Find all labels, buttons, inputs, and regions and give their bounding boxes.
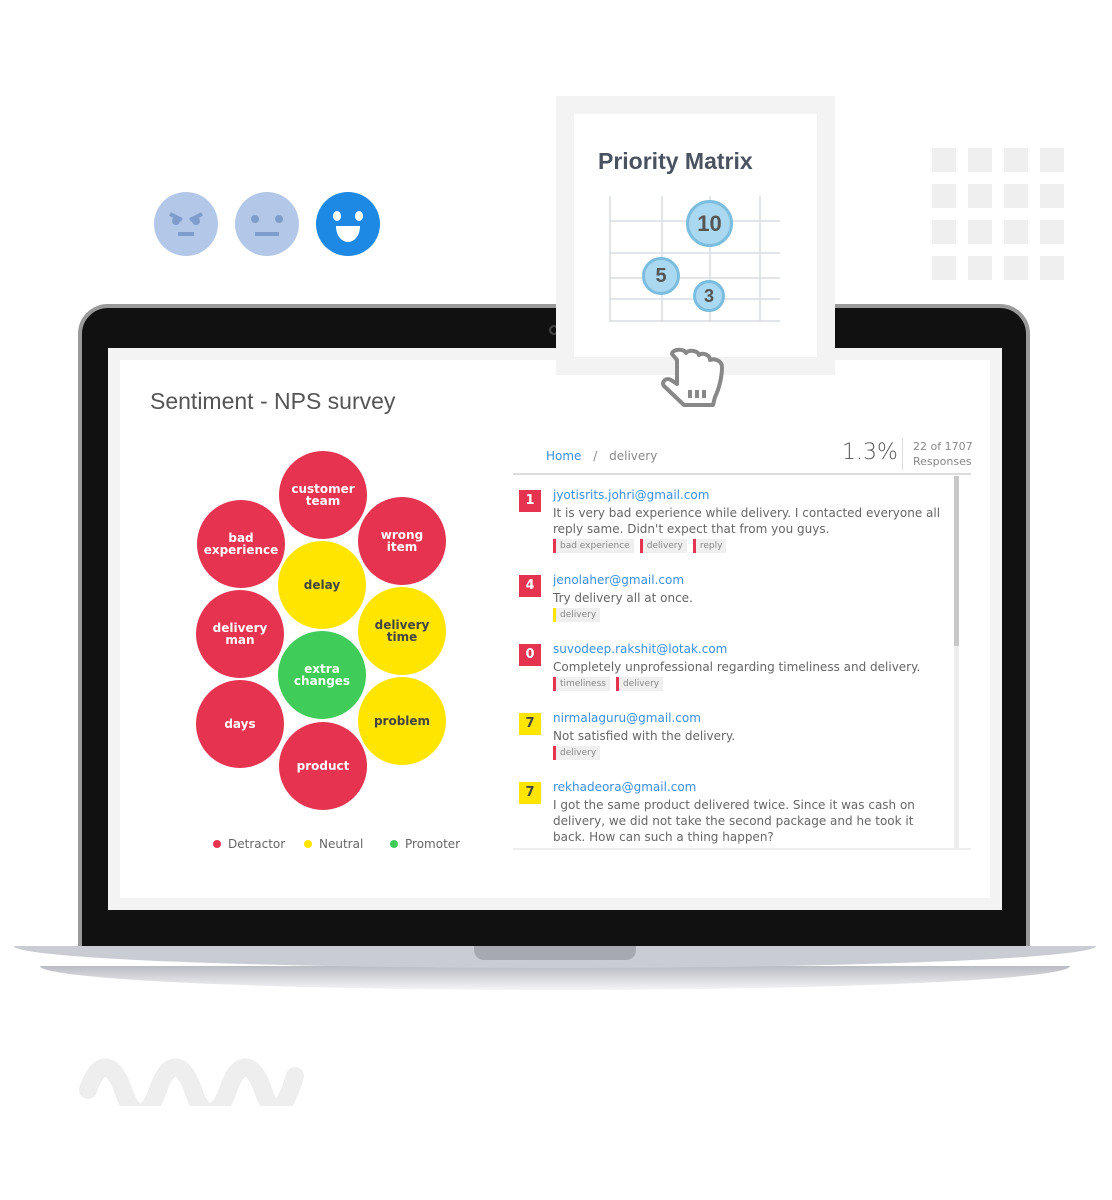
breadcrumb-home[interactable]: Home [546, 449, 581, 463]
matrix-bubble-5[interactable]: 5 [642, 257, 680, 295]
nps-score-badge: 7 [519, 782, 541, 804]
nps-score-badge: 4 [519, 575, 541, 597]
response-item[interactable]: 7 rekhadeora@gmail.com I got the same prod… [513, 780, 941, 845]
response-item[interactable]: 4 jenolaher@gmail.com Try delivery all at … [513, 573, 941, 622]
breadcrumb: Home / delivery [546, 449, 657, 463]
nps-score-badge: 1 [519, 490, 541, 512]
bubble-delivery-time[interactable]: delivery time [358, 587, 446, 675]
decorative-wave [79, 1058, 304, 1106]
bubble-delay[interactable]: delay [278, 541, 366, 629]
nps-score-badge: 0 [519, 644, 541, 666]
tag[interactable]: delivery [615, 677, 664, 691]
neutral-face-icon[interactable] [235, 192, 299, 256]
respondent-email[interactable]: rekhadeora@gmail.com [553, 780, 941, 794]
response-text: Try delivery all at once. [553, 591, 693, 605]
respondent-email[interactable]: jenolaher@gmail.com [553, 573, 941, 587]
response-text: Completely unprofessional regarding time… [553, 660, 921, 674]
matrix-bubble-3[interactable]: 3 [693, 280, 725, 312]
response-text: I got the same product delivered twice. … [553, 798, 915, 844]
matrix-bubble-10[interactable]: 10 [686, 200, 733, 247]
percentage: 1.3% [842, 440, 898, 465]
response-text: It is very bad experience while delivery… [553, 506, 941, 536]
respondent-email[interactable]: suvodeep.rakshit@lotak.com [553, 642, 941, 656]
header-divider [513, 473, 971, 475]
response-item[interactable]: 0 suvodeep.rakshit@lotak.com Completely un… [513, 642, 941, 691]
legend-neutral: Neutral [304, 837, 363, 851]
nps-score-badge: 7 [519, 713, 541, 735]
page-title: Sentiment - NPS survey [150, 388, 396, 414]
respondent-email[interactable]: jyotisrits.johri@gmail.com [553, 488, 941, 502]
bubble-delivery-man[interactable]: delivery man [196, 590, 284, 678]
response-item[interactable]: 7 nirmalaguru@gmail.com Not satisfied with… [513, 711, 941, 760]
tag[interactable]: reply [692, 539, 727, 553]
divider [902, 438, 903, 470]
breadcrumb-separator: / [593, 449, 598, 463]
tag[interactable]: bad experience [553, 539, 634, 553]
breadcrumb-current: delivery [609, 449, 658, 463]
legend-promoter: Promoter [390, 837, 460, 851]
bubble-days[interactable]: days [196, 680, 284, 768]
tag[interactable]: delivery [553, 746, 601, 760]
priority-matrix-title: Priority Matrix [598, 148, 753, 174]
bubble-customer-team[interactable]: customer team [279, 451, 367, 539]
bubble-product[interactable]: product [279, 722, 367, 810]
tag-list: bad experience delivery reply [553, 539, 941, 553]
happy-face-icon[interactable] [316, 192, 380, 256]
legend-detractor: Detractor [213, 837, 285, 851]
tag-list: delivery [553, 608, 941, 622]
angry-face-icon[interactable] [154, 192, 218, 256]
scrollbar-thumb[interactable] [954, 476, 959, 646]
laptop-notch [474, 946, 636, 960]
response-item[interactable]: 1 jyotisrits.johri@gmail.com It is very ba… [513, 488, 941, 553]
response-count: 22 of 1707 Responses [913, 440, 973, 468]
tag[interactable]: delivery [553, 608, 601, 622]
bubble-bad-experience[interactable]: bad experience [197, 500, 285, 588]
laptop-base-shadow [40, 966, 1070, 990]
response-list: 1 jyotisrits.johri@gmail.com It is very ba… [513, 476, 971, 850]
tag-list: timeliness delivery [553, 677, 941, 691]
tag[interactable]: delivery [639, 539, 687, 553]
hand-cursor-icon [661, 347, 724, 407]
bubble-wrong-item[interactable]: wrong item [358, 497, 446, 585]
tag-list: delivery [553, 746, 941, 760]
respondent-email[interactable]: nirmalaguru@gmail.com [553, 711, 941, 725]
tag[interactable]: timeliness [553, 677, 610, 691]
response-text: Not satisfied with the delivery. [553, 729, 736, 743]
bubble-extra-changes[interactable]: extra changes [278, 631, 366, 719]
bubble-problem[interactable]: problem [358, 677, 446, 765]
